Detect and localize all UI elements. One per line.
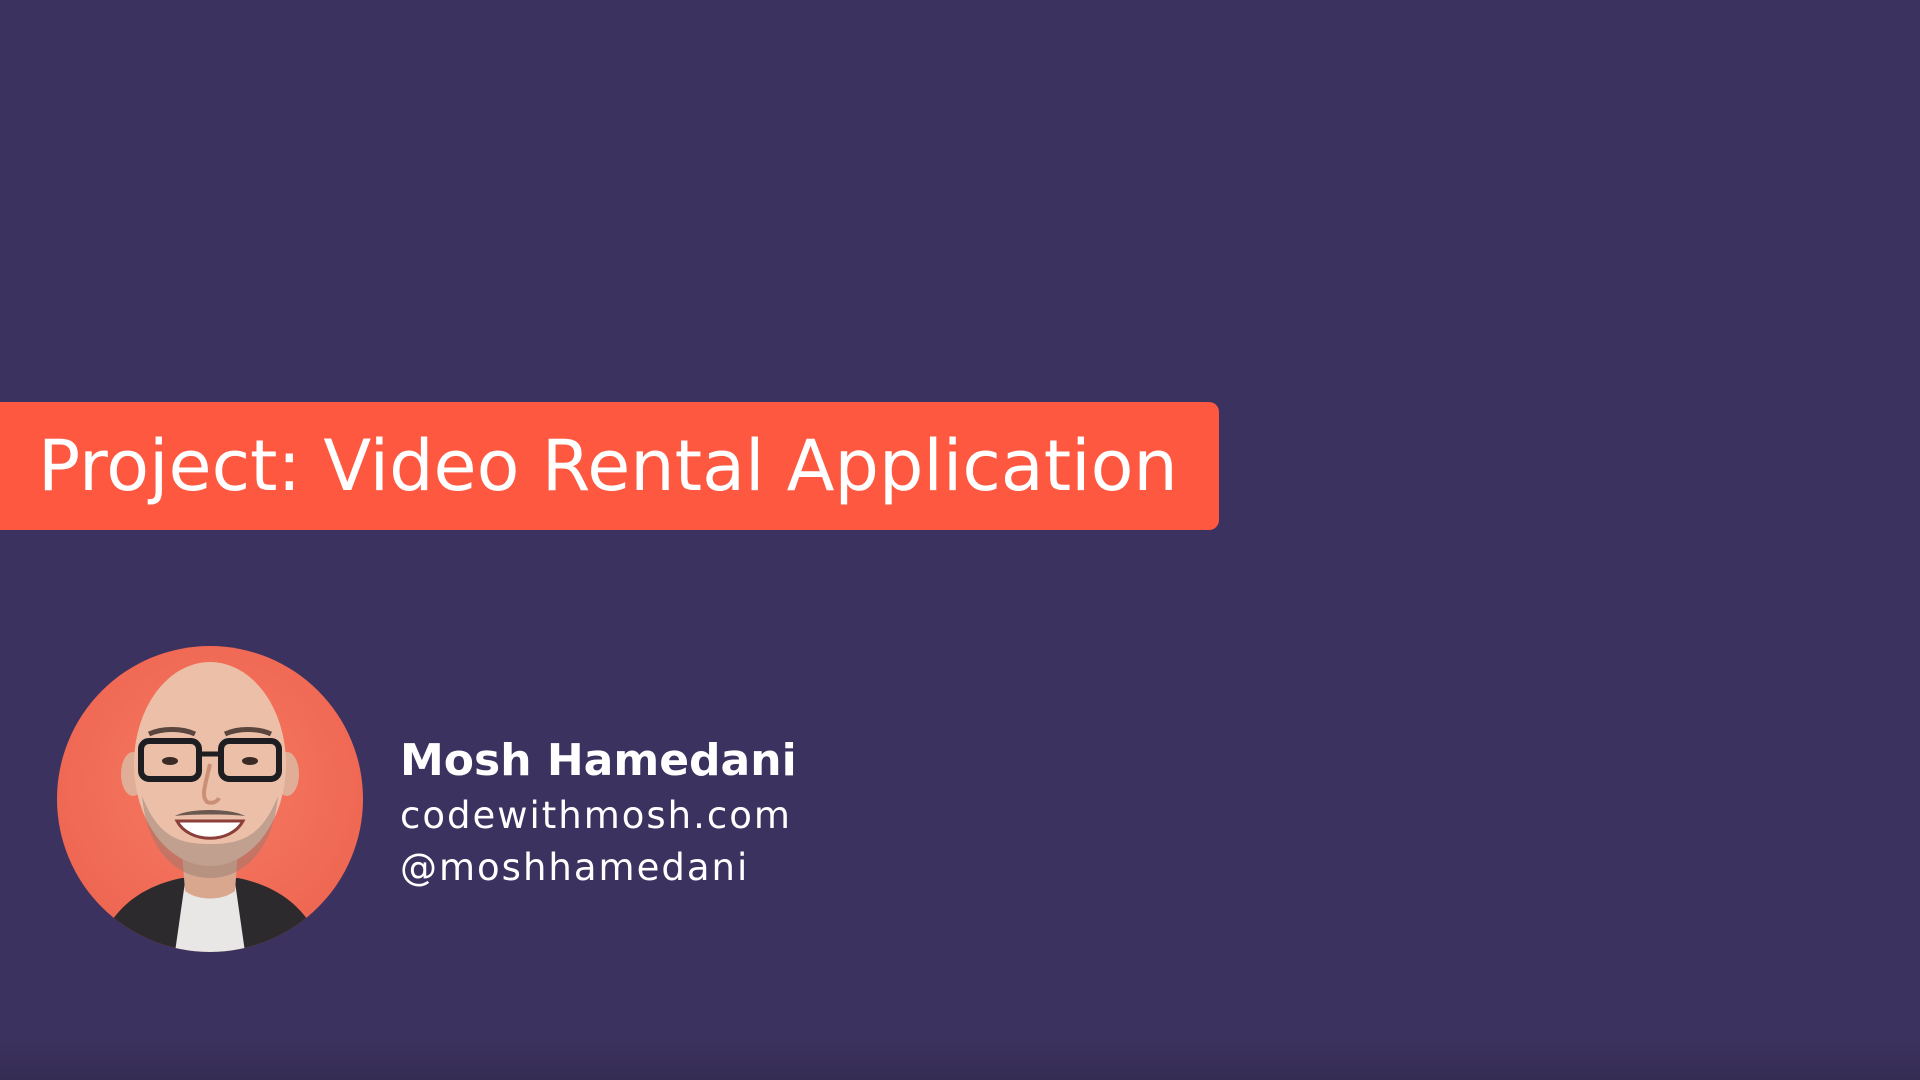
slide-title: Project: Video Rental Application [38, 425, 1178, 507]
presenter-handle: @moshhamedani [400, 846, 750, 889]
presenter-info: Mosh Hamedani codewithmosh.com @moshhame… [400, 733, 797, 893]
presenter-photo-icon [97, 662, 323, 952]
title-banner: Project: Video Rental Application [0, 402, 1219, 530]
presenter-name: Mosh Hamedani [400, 735, 797, 786]
bottom-shade [0, 1040, 1920, 1080]
presenter-avatar [57, 646, 363, 952]
presenter-website: codewithmosh.com [400, 794, 792, 837]
